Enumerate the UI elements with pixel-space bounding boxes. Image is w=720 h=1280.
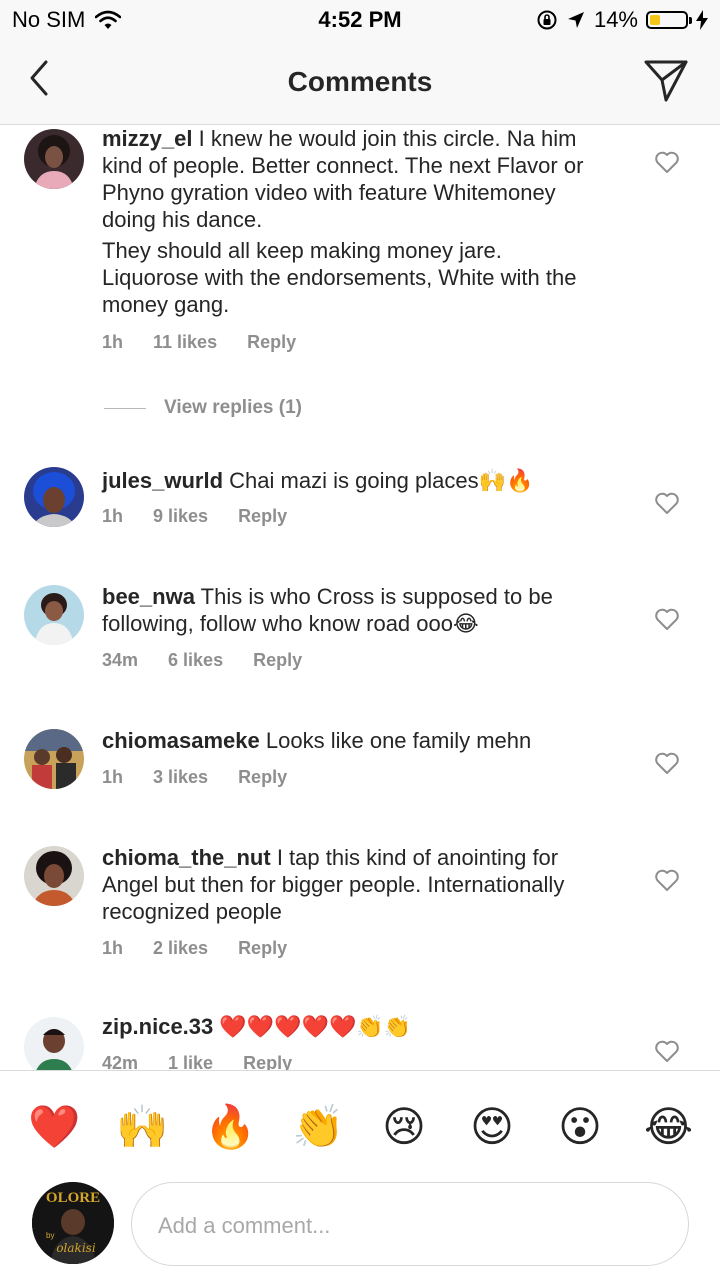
view-replies-button[interactable]: View replies (1)	[104, 397, 302, 419]
emoji-crying-button[interactable]: 😢	[380, 1103, 428, 1151]
avatar[interactable]	[24, 585, 84, 645]
avatar[interactable]: OLORE by olakisi	[32, 1182, 114, 1264]
avatar[interactable]	[24, 729, 84, 789]
comment-item: jules_wurld Chai mazi is going places🙌🔥 …	[0, 467, 720, 547]
status-right: 14%	[536, 7, 708, 33]
comment-username[interactable]: chioma_the_nut	[102, 845, 271, 870]
comment-meta: 1h 11 likes Reply	[102, 332, 326, 353]
avatar-subtext: by	[46, 1231, 54, 1240]
comment-body: zip.nice.33 ❤️❤️❤️❤️❤️👏👏	[102, 1013, 602, 1040]
comment-item: zip.nice.33 ❤️❤️❤️❤️❤️👏👏 42m 1 like Reply	[0, 1013, 720, 1070]
comment-meta: 1h 9 likes Reply	[102, 506, 317, 527]
comment-username[interactable]: bee_nwa	[102, 584, 195, 609]
comment-meta: 1h 2 likes Reply	[102, 938, 317, 959]
comment-item: chioma_the_nut I tap this kind of anoint…	[0, 844, 720, 964]
comment-item: chiomasameke Looks like one family mehn …	[0, 727, 720, 807]
reply-button[interactable]: Reply	[247, 332, 296, 352]
heart-icon[interactable]	[654, 751, 680, 775]
emoji-heart-eyes-button[interactable]: 😍	[468, 1103, 516, 1151]
battery-icon	[646, 11, 692, 29]
comment-time: 1h	[102, 506, 124, 526]
comment-time: 34m	[102, 650, 139, 670]
heart-icon[interactable]	[654, 1039, 680, 1063]
reply-button[interactable]: Reply	[238, 938, 287, 958]
comment-time: 1h	[102, 767, 124, 787]
comment-text: ❤️❤️❤️❤️❤️👏👏	[219, 1014, 412, 1039]
comment-meta: 34m 6 likes Reply	[102, 650, 332, 671]
comment-body: chioma_the_nut I tap this kind of anoint…	[102, 844, 602, 925]
comment-time: 1h	[102, 938, 124, 958]
heart-icon[interactable]	[654, 607, 680, 631]
orientation-lock-icon	[537, 10, 557, 30]
comment-text: Chai mazi is going places🙌🔥	[229, 468, 534, 493]
battery-level-fill	[650, 15, 660, 25]
location-arrow-icon	[567, 12, 584, 28]
comment-body: mizzy_el I knew he would join this circl…	[102, 125, 602, 318]
comment-text: Looks like one family mehn	[265, 728, 532, 753]
comment-likes[interactable]: 1 like	[168, 1053, 213, 1070]
comment-body: bee_nwa This is who Cross is supposed to…	[102, 583, 602, 637]
comment-username[interactable]: mizzy_el	[102, 126, 193, 151]
avatar[interactable]	[24, 846, 84, 906]
comment-item: mizzy_el I knew he would join this circl…	[0, 125, 720, 445]
reply-button[interactable]: Reply	[238, 767, 287, 787]
comment-likes[interactable]: 11 likes	[153, 332, 217, 352]
comment-body: chiomasameke Looks like one family mehn	[102, 727, 602, 754]
heart-icon[interactable]	[654, 150, 680, 174]
comment-likes[interactable]: 9 likes	[153, 506, 208, 526]
comment-time: 42m	[102, 1053, 139, 1070]
comment-composer: OLORE by olakisi	[0, 1180, 720, 1280]
avatar[interactable]	[24, 467, 84, 527]
reply-button[interactable]: Reply	[243, 1053, 292, 1070]
comment-username[interactable]: jules_wurld	[102, 468, 223, 493]
emoji-clap-button[interactable]: 👏	[292, 1103, 344, 1151]
reply-button[interactable]: Reply	[253, 650, 302, 670]
comment-likes[interactable]: 2 likes	[153, 938, 208, 958]
heart-icon[interactable]	[654, 868, 680, 892]
comment-meta: 42m 1 like Reply	[102, 1053, 322, 1070]
emoji-surprised-button[interactable]: 😮	[556, 1103, 604, 1151]
emoji-reaction-bar: ❤️ 🙌 🔥 👏 😢 😍 😮 😂	[0, 1070, 720, 1181]
comment-username[interactable]: chiomasameke	[102, 728, 260, 753]
comment-likes[interactable]: 6 likes	[168, 650, 223, 670]
comment-username[interactable]: zip.nice.33	[102, 1014, 213, 1039]
emoji-fire-button[interactable]: 🔥	[204, 1103, 256, 1151]
comment-text-continued: They should all keep making money jare. …	[102, 238, 577, 317]
page-title: Comments	[287, 66, 433, 97]
comment-time: 1h	[102, 332, 124, 352]
emoji-heart-button[interactable]: ❤️	[28, 1103, 80, 1151]
charging-bolt-icon	[696, 10, 708, 30]
comment-meta: 1h 3 likes Reply	[102, 767, 317, 788]
paper-plane-icon[interactable]	[642, 56, 690, 104]
avatar[interactable]	[24, 129, 84, 189]
comments-list[interactable]: mizzy_el I knew he would join this circl…	[0, 125, 720, 1070]
reply-button[interactable]: Reply	[238, 506, 287, 526]
heart-icon[interactable]	[654, 491, 680, 515]
avatar[interactable]	[24, 1017, 84, 1070]
comment-likes[interactable]: 3 likes	[153, 767, 208, 787]
comment-input[interactable]	[156, 1205, 660, 1247]
comment-item: bee_nwa This is who Cross is supposed to…	[0, 583, 720, 683]
navigation-header: Comments	[0, 40, 720, 125]
avatar-script-text: olakisi	[56, 1241, 95, 1255]
comment-body: jules_wurld Chai mazi is going places🙌🔥	[102, 467, 602, 494]
status-bar: No SIM 4:52 PM 14%	[0, 0, 720, 40]
divider-line	[104, 407, 146, 409]
emoji-laughing-button[interactable]: 😂	[644, 1103, 693, 1151]
emoji-raised-hands-button[interactable]: 🙌	[116, 1103, 168, 1151]
avatar-text: OLORE	[46, 1190, 100, 1206]
battery-percent: 14%	[593, 7, 638, 32]
view-replies-label[interactable]: View replies (1)	[164, 397, 302, 419]
comment-input-container[interactable]	[131, 1182, 689, 1266]
